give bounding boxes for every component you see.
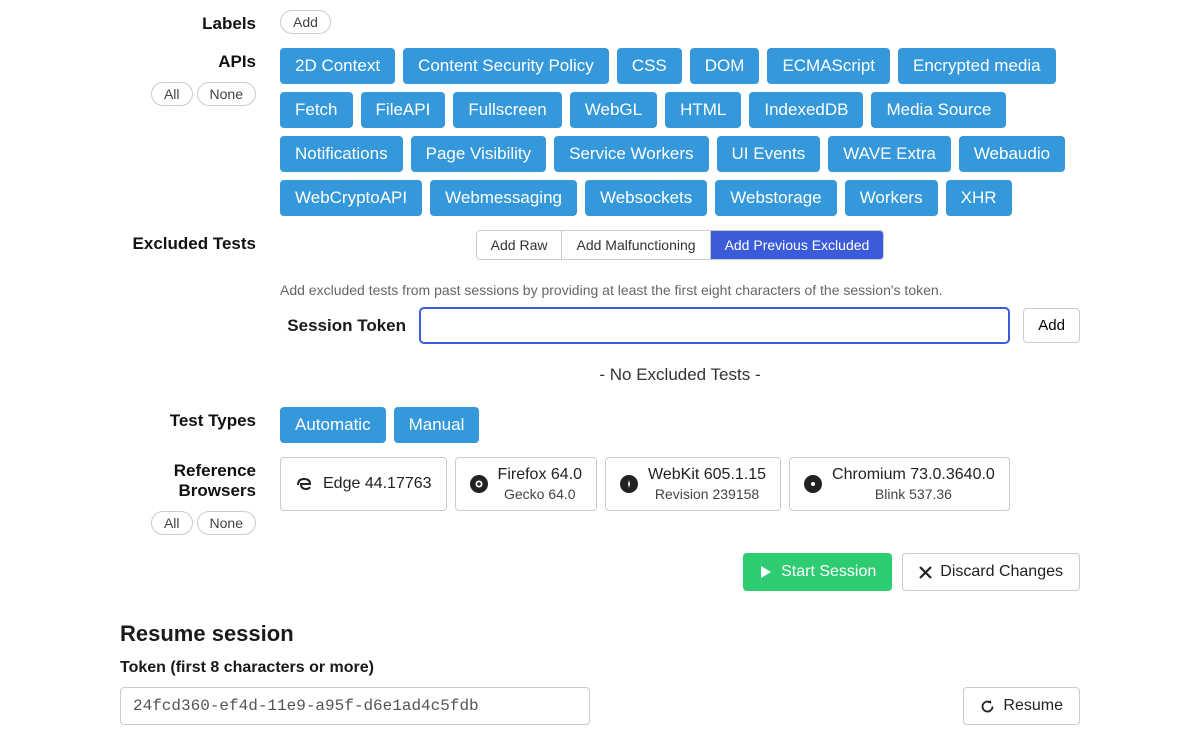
refbrowser-card[interactable]: Firefox 64.0 Gecko 64.0 [455,457,597,511]
api-tag[interactable]: Service Workers [554,136,708,172]
refbrowser-card[interactable]: WebKit 605.1.15 Revision 239158 [605,457,781,511]
refbrowser-sub: Gecko 64.0 [504,486,576,502]
labels-title: Labels [202,14,256,33]
refbrowsers-none-button[interactable]: None [197,511,256,535]
refbrowser-card[interactable]: Chromium 73.0.3640.0 Blink 537.36 [789,457,1010,511]
close-icon [919,566,932,579]
api-tag[interactable]: IndexedDB [749,92,863,128]
excluded-tabs: Add Raw Add Malfunctioning Add Previous … [476,230,885,260]
api-tag[interactable]: WAVE Extra [828,136,951,172]
refbrowsers-title: Reference Browsers [174,461,256,500]
excluded-hint: Add excluded tests from past sessions by… [280,282,1080,298]
api-tag[interactable]: UI Events [717,136,821,172]
refbrowser-sub: Revision 239158 [655,486,759,502]
api-tag[interactable]: Encrypted media [898,48,1056,84]
discard-changes-label: Discard Changes [940,563,1063,581]
testtype-tag[interactable]: Manual [394,407,480,443]
api-tag[interactable]: DOM [690,48,760,84]
refbrowser-name: Chromium 73.0.3640.0 [832,466,995,484]
e-icon [295,475,313,493]
no-excluded-text: - No Excluded Tests - [280,365,1080,385]
resume-button[interactable]: Resume [963,687,1080,725]
api-tag[interactable]: ECMAScript [767,48,890,84]
api-tag[interactable]: 2D Context [280,48,395,84]
webkit-icon [620,475,638,494]
api-tag[interactable]: Workers [845,180,938,216]
refbrowser-name: Edge 44.17763 [323,475,432,493]
resume-token-input[interactable] [120,687,590,725]
api-tag[interactable]: Fullscreen [453,92,561,128]
tab-add-previous-excluded[interactable]: Add Previous Excluded [710,231,884,259]
api-tag[interactable]: HTML [665,92,741,128]
chrome-icon [804,475,822,494]
session-token-input[interactable] [420,308,1009,343]
refbrowsers-all-button[interactable]: All [151,511,193,535]
api-tag[interactable]: Webaudio [959,136,1065,172]
resume-heading: Resume session [120,621,1080,647]
session-token-label: Session Token [280,316,406,336]
labels-add-button[interactable]: Add [280,10,331,34]
api-tag[interactable]: FileAPI [361,92,446,128]
excluded-title: Excluded Tests [133,234,256,253]
api-tag[interactable]: Fetch [280,92,353,128]
api-tag[interactable]: Notifications [280,136,403,172]
apis-all-button[interactable]: All [151,82,193,106]
tab-add-raw[interactable]: Add Raw [477,231,562,259]
firefox-icon [470,475,488,494]
api-tag[interactable]: Page Visibility [411,136,547,172]
testtypes-title: Test Types [170,411,256,430]
api-tag[interactable]: Websockets [585,180,707,216]
api-tag[interactable]: CSS [617,48,682,84]
refbrowser-card[interactable]: Edge 44.17763 [280,457,447,511]
start-session-button[interactable]: Start Session [743,553,892,591]
api-tag[interactable]: Media Source [871,92,1006,128]
start-session-label: Start Session [781,563,876,581]
apis-none-button[interactable]: None [197,82,256,106]
refbrowser-name: WebKit 605.1.15 [648,466,766,484]
testtype-tag[interactable]: Automatic [280,407,386,443]
refresh-icon [980,699,995,714]
resume-token-label: Token (first 8 characters or more) [120,659,1080,677]
session-token-add-button[interactable]: Add [1023,308,1080,343]
api-tag[interactable]: Webmessaging [430,180,577,216]
apis-title: APIs [218,52,256,71]
api-tag[interactable]: XHR [946,180,1012,216]
api-tag[interactable]: WebGL [570,92,657,128]
play-icon [759,565,773,579]
api-tag[interactable]: WebCryptoAPI [280,180,422,216]
discard-changes-button[interactable]: Discard Changes [902,553,1080,591]
resume-button-label: Resume [1003,697,1063,715]
api-tag[interactable]: Content Security Policy [403,48,609,84]
api-tag[interactable]: Webstorage [715,180,836,216]
refbrowser-sub: Blink 537.36 [875,486,952,502]
tab-add-malfunctioning[interactable]: Add Malfunctioning [561,231,709,259]
refbrowser-name: Firefox 64.0 [498,466,582,484]
